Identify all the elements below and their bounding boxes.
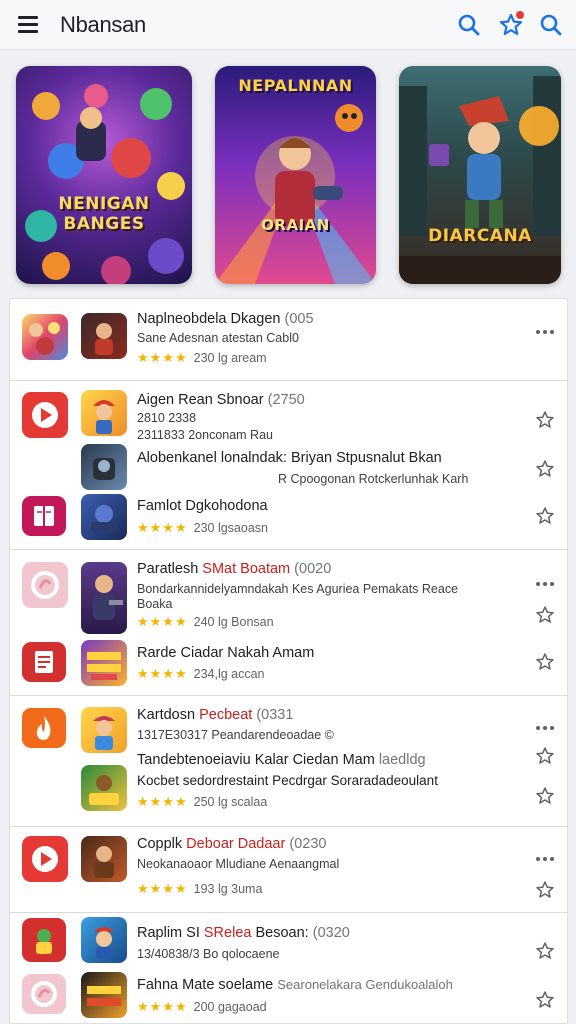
favorites-button[interactable]	[498, 9, 526, 38]
game-thumbnail[interactable]	[81, 765, 127, 811]
featured-banner-2[interactable]: NEPALNNAN ORAIAN	[215, 66, 376, 284]
app-icon[interactable]	[22, 836, 68, 882]
rating-stars: ★★★★	[137, 666, 188, 681]
rating-stars: ★★★★	[137, 794, 188, 809]
list-item-title[interactable]: Kartdosn Pecbeat (0331	[137, 707, 293, 723]
rating-stars: ★★★★	[137, 881, 188, 896]
rating-line: ★★★★ 230 lgsaoasn	[137, 520, 268, 535]
rating-stars: ★★★★	[137, 614, 188, 629]
featured-banners: NENIGAN BANGES NEPALNNAN ORAIAN DIARCANA	[0, 66, 576, 284]
game-thumbnail[interactable]	[81, 917, 127, 963]
rating-line: ★★★★ 234,lg accan	[137, 666, 265, 681]
hamburger-menu-icon[interactable]	[18, 16, 38, 34]
list-divider	[9, 826, 568, 827]
book-icon	[34, 506, 54, 526]
banner-artwork	[399, 76, 561, 284]
list-divider	[9, 380, 568, 381]
app-icon[interactable]	[22, 642, 66, 682]
list-item-subtitle: R Cpoogonan Rotckerlunhak Karh	[278, 472, 469, 486]
more-options-icon[interactable]	[536, 573, 558, 586]
featured-banner-1[interactable]: NENIGAN BANGES	[16, 66, 192, 284]
list-item-title[interactable]: Paratlesh SMat Boatam (0020	[137, 561, 331, 577]
top-app-bar: Nbansan	[0, 0, 576, 50]
rating-line: ★★★★ 193 lg 3uma	[137, 881, 263, 896]
list-item-title[interactable]: Raplim SI SRelea Besoan: (0320	[137, 925, 350, 941]
game-thumbnail[interactable]	[81, 313, 127, 359]
rating-line: ★★★★ 240 lg Bonsan	[137, 614, 274, 629]
list-item-title[interactable]: Aigen Rean Sbnoar (2750	[137, 392, 305, 408]
list-item-meta: 2311833 2onconam Rau	[137, 428, 273, 442]
list-item-title[interactable]: Tandebtenoeiaviu Kalar Ciedan Mam laedld…	[137, 752, 426, 768]
banner-2-top-caption: NEPALNNAN	[238, 76, 353, 95]
more-options-icon[interactable]	[536, 717, 558, 730]
play-icon	[32, 846, 58, 872]
star-outline-icon[interactable]	[535, 459, 555, 479]
star-outline-icon[interactable]	[535, 880, 555, 900]
more-options-icon[interactable]	[536, 848, 558, 861]
game-thumbnail[interactable]	[81, 836, 127, 882]
flame-icon	[36, 716, 51, 740]
app-icon[interactable]	[22, 496, 66, 536]
rating-line: ★★★★ 230 lg aream	[137, 350, 267, 365]
list-item-subtitle: 2810 2338	[137, 411, 197, 425]
search-icon[interactable]	[456, 12, 482, 38]
star-outline-icon[interactable]	[535, 410, 555, 430]
app-icon[interactable]	[22, 708, 66, 748]
list-divider	[9, 912, 568, 913]
star-outline-icon[interactable]	[535, 786, 555, 806]
rating-stars: ★★★★	[137, 520, 188, 535]
list-item-title[interactable]: Fahna Mate soelame Searonelakara Genduko…	[137, 977, 453, 993]
list-item-subtitle: Bondarkannidelyamndakah Kes Aguriea Pema…	[137, 582, 459, 596]
list-item-subtitle: Neokanaoaor Mludiane Aenaangmal	[137, 857, 340, 871]
banner-artwork	[215, 104, 376, 284]
list-item-subtitle: Sane Adesnan atestan Cabl0	[137, 331, 299, 345]
banner-artwork	[25, 84, 185, 284]
star-outline-icon[interactable]	[535, 652, 555, 672]
swirl-icon	[31, 571, 59, 599]
play-icon	[32, 402, 58, 428]
game-thumbnail[interactable]	[81, 640, 127, 686]
list-divider	[9, 549, 568, 550]
app-icon[interactable]	[22, 314, 68, 360]
list-item-subtitle: 1317E30317 Peandarendeoadae ©	[137, 728, 334, 742]
game-thumbnail[interactable]	[81, 444, 127, 490]
game-thumbnail[interactable]	[81, 707, 127, 753]
rating-line: ★★★★ 200 gagaoad	[137, 999, 267, 1014]
list-divider	[9, 695, 568, 696]
banner-2-caption: ORAIAN	[261, 216, 330, 234]
star-outline-icon[interactable]	[535, 506, 555, 526]
game-thumbnail[interactable]	[81, 972, 127, 1018]
swirl-icon	[31, 981, 57, 1007]
document-icon	[35, 651, 53, 673]
app-icon[interactable]	[22, 918, 66, 962]
star-outline-icon[interactable]	[535, 941, 555, 961]
rating-stars: ★★★★	[137, 999, 188, 1014]
star-outline-icon[interactable]	[535, 990, 555, 1010]
more-options-icon[interactable]	[536, 321, 558, 334]
star-outline-icon[interactable]	[535, 605, 555, 625]
game-thumbnail[interactable]	[81, 390, 127, 436]
banner-3-caption: DIARCANA	[428, 226, 532, 246]
notification-badge	[514, 9, 526, 21]
app-icon[interactable]	[22, 562, 68, 608]
list-item-subtitle: 13/40838/3 Bo qolocaene	[137, 947, 280, 961]
banner-1-caption: NENIGAN BANGES	[58, 194, 150, 234]
star-outline-icon[interactable]	[535, 746, 555, 766]
game-thumbnail[interactable]	[81, 562, 127, 634]
list-item-title[interactable]: Famlot Dgkohodona	[137, 498, 268, 514]
featured-banner-3[interactable]: DIARCANA	[399, 66, 561, 284]
list-item-title[interactable]: Copplk Deboar Dadaar (0230	[137, 836, 326, 852]
app-icon[interactable]	[22, 974, 66, 1014]
list-item-title[interactable]: Rarde Ciadar Nakah Amam	[137, 645, 314, 661]
list-item-subtitle: Kocbet sedordrestaint Pecdrgar Soraradad…	[137, 773, 438, 788]
app-icon[interactable]	[22, 392, 68, 438]
rating-line: ★★★★ 250 lg scalaa	[137, 794, 268, 809]
rating-stars: ★★★★	[137, 350, 188, 365]
list-item-title[interactable]: Naplneobdela Dkagen (005	[137, 311, 314, 327]
app-title: Nbansan	[60, 12, 146, 37]
list-item-subtitle: Boaka	[137, 597, 173, 611]
game-thumbnail[interactable]	[81, 494, 127, 540]
list-item-title[interactable]: Alobenkanel lonalndak: Briyan Stpusnalut…	[137, 450, 442, 466]
search-icon-secondary[interactable]	[538, 12, 564, 38]
